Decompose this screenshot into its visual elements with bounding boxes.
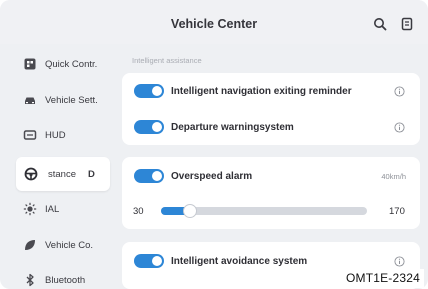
setting-row-overspeed: Overspeed alarm 40km/h xyxy=(122,163,420,189)
info-icon[interactable] xyxy=(394,121,405,133)
sidebar: Quick Contr. Vehicle Sett. HUD stance D … xyxy=(0,44,112,289)
setting-label: Departure warningsystem xyxy=(171,121,294,133)
sidebar-item-vehicle-settings[interactable]: Vehicle Sett. xyxy=(0,83,112,117)
sidebar-item-quick-control[interactable]: Quick Contr. xyxy=(0,47,112,81)
slider-thumb[interactable] xyxy=(182,204,197,218)
toggle-knob xyxy=(152,86,162,96)
settings-card: Intelligent navigation exiting reminder … xyxy=(122,73,420,145)
hud-icon xyxy=(23,130,37,140)
page-title: Vehicle Center xyxy=(170,17,258,31)
header-bar: Vehicle Center xyxy=(0,0,428,44)
setting-row-departure: Departure warningsystem xyxy=(122,114,420,140)
toggle-knob xyxy=(152,122,162,132)
sidebar-item-label: Vehicle Co. xyxy=(45,239,94,251)
overspeed-card: Overspeed alarm 40km/h xyxy=(122,157,420,229)
steering-wheel-icon xyxy=(24,167,38,181)
sidebar-item-label-extra: D xyxy=(88,168,95,180)
figure-code: OMT1E-2324 xyxy=(341,269,424,288)
sidebar-item-label: Vehicle Sett. xyxy=(45,94,98,106)
toggle-knob xyxy=(152,256,162,266)
leaf-icon xyxy=(25,240,35,250)
search-icon[interactable] xyxy=(373,17,387,31)
sidebar-item-label: Bluetooth xyxy=(45,274,86,286)
overspeed-toggle[interactable] xyxy=(134,169,164,183)
overspeed-slider[interactable] xyxy=(161,204,367,218)
manual-icon[interactable] xyxy=(400,17,414,31)
setting-label: Overspeed alarm xyxy=(171,170,253,182)
sidebar-item-label: Quick Contr. xyxy=(45,58,98,70)
vehicle-center-screen: Vehicle Center Quick Contr. Vehicle Sett… xyxy=(0,0,428,289)
car-icon xyxy=(25,97,35,104)
slider-min-label: 30 xyxy=(133,206,144,217)
sidebar-item-label: stance xyxy=(48,168,76,180)
toggle-knob xyxy=(152,171,162,181)
slider-max-label: 170 xyxy=(389,206,405,217)
avoidance-toggle[interactable] xyxy=(134,254,164,268)
section-label: Intelligent assistance xyxy=(132,56,202,65)
quick-control-icon xyxy=(24,58,36,70)
setting-label: Intelligent avoidance system xyxy=(171,255,308,267)
sidebar-item-ial[interactable]: IAL xyxy=(0,192,112,226)
info-icon[interactable] xyxy=(394,85,405,97)
nav-exit-toggle[interactable] xyxy=(134,84,164,98)
overspeed-value: 40km/h xyxy=(381,171,406,181)
bluetooth-icon xyxy=(26,273,34,287)
departure-toggle[interactable] xyxy=(134,120,164,134)
setting-row-nav-exit: Intelligent navigation exiting reminder xyxy=(122,78,420,104)
info-icon[interactable] xyxy=(394,255,405,267)
sidebar-item-hud[interactable]: HUD xyxy=(0,118,112,152)
sidebar-item-assistance[interactable]: stance D xyxy=(16,157,110,191)
sidebar-item-label: HUD xyxy=(45,129,66,141)
headlight-icon xyxy=(23,202,37,216)
sidebar-item-vehicle-control[interactable]: Vehicle Co. xyxy=(0,228,112,262)
sidebar-item-label: IAL xyxy=(45,203,60,215)
setting-label: Intelligent navigation exiting reminder xyxy=(171,85,352,97)
sidebar-item-bluetooth[interactable]: Bluetooth xyxy=(0,263,112,289)
